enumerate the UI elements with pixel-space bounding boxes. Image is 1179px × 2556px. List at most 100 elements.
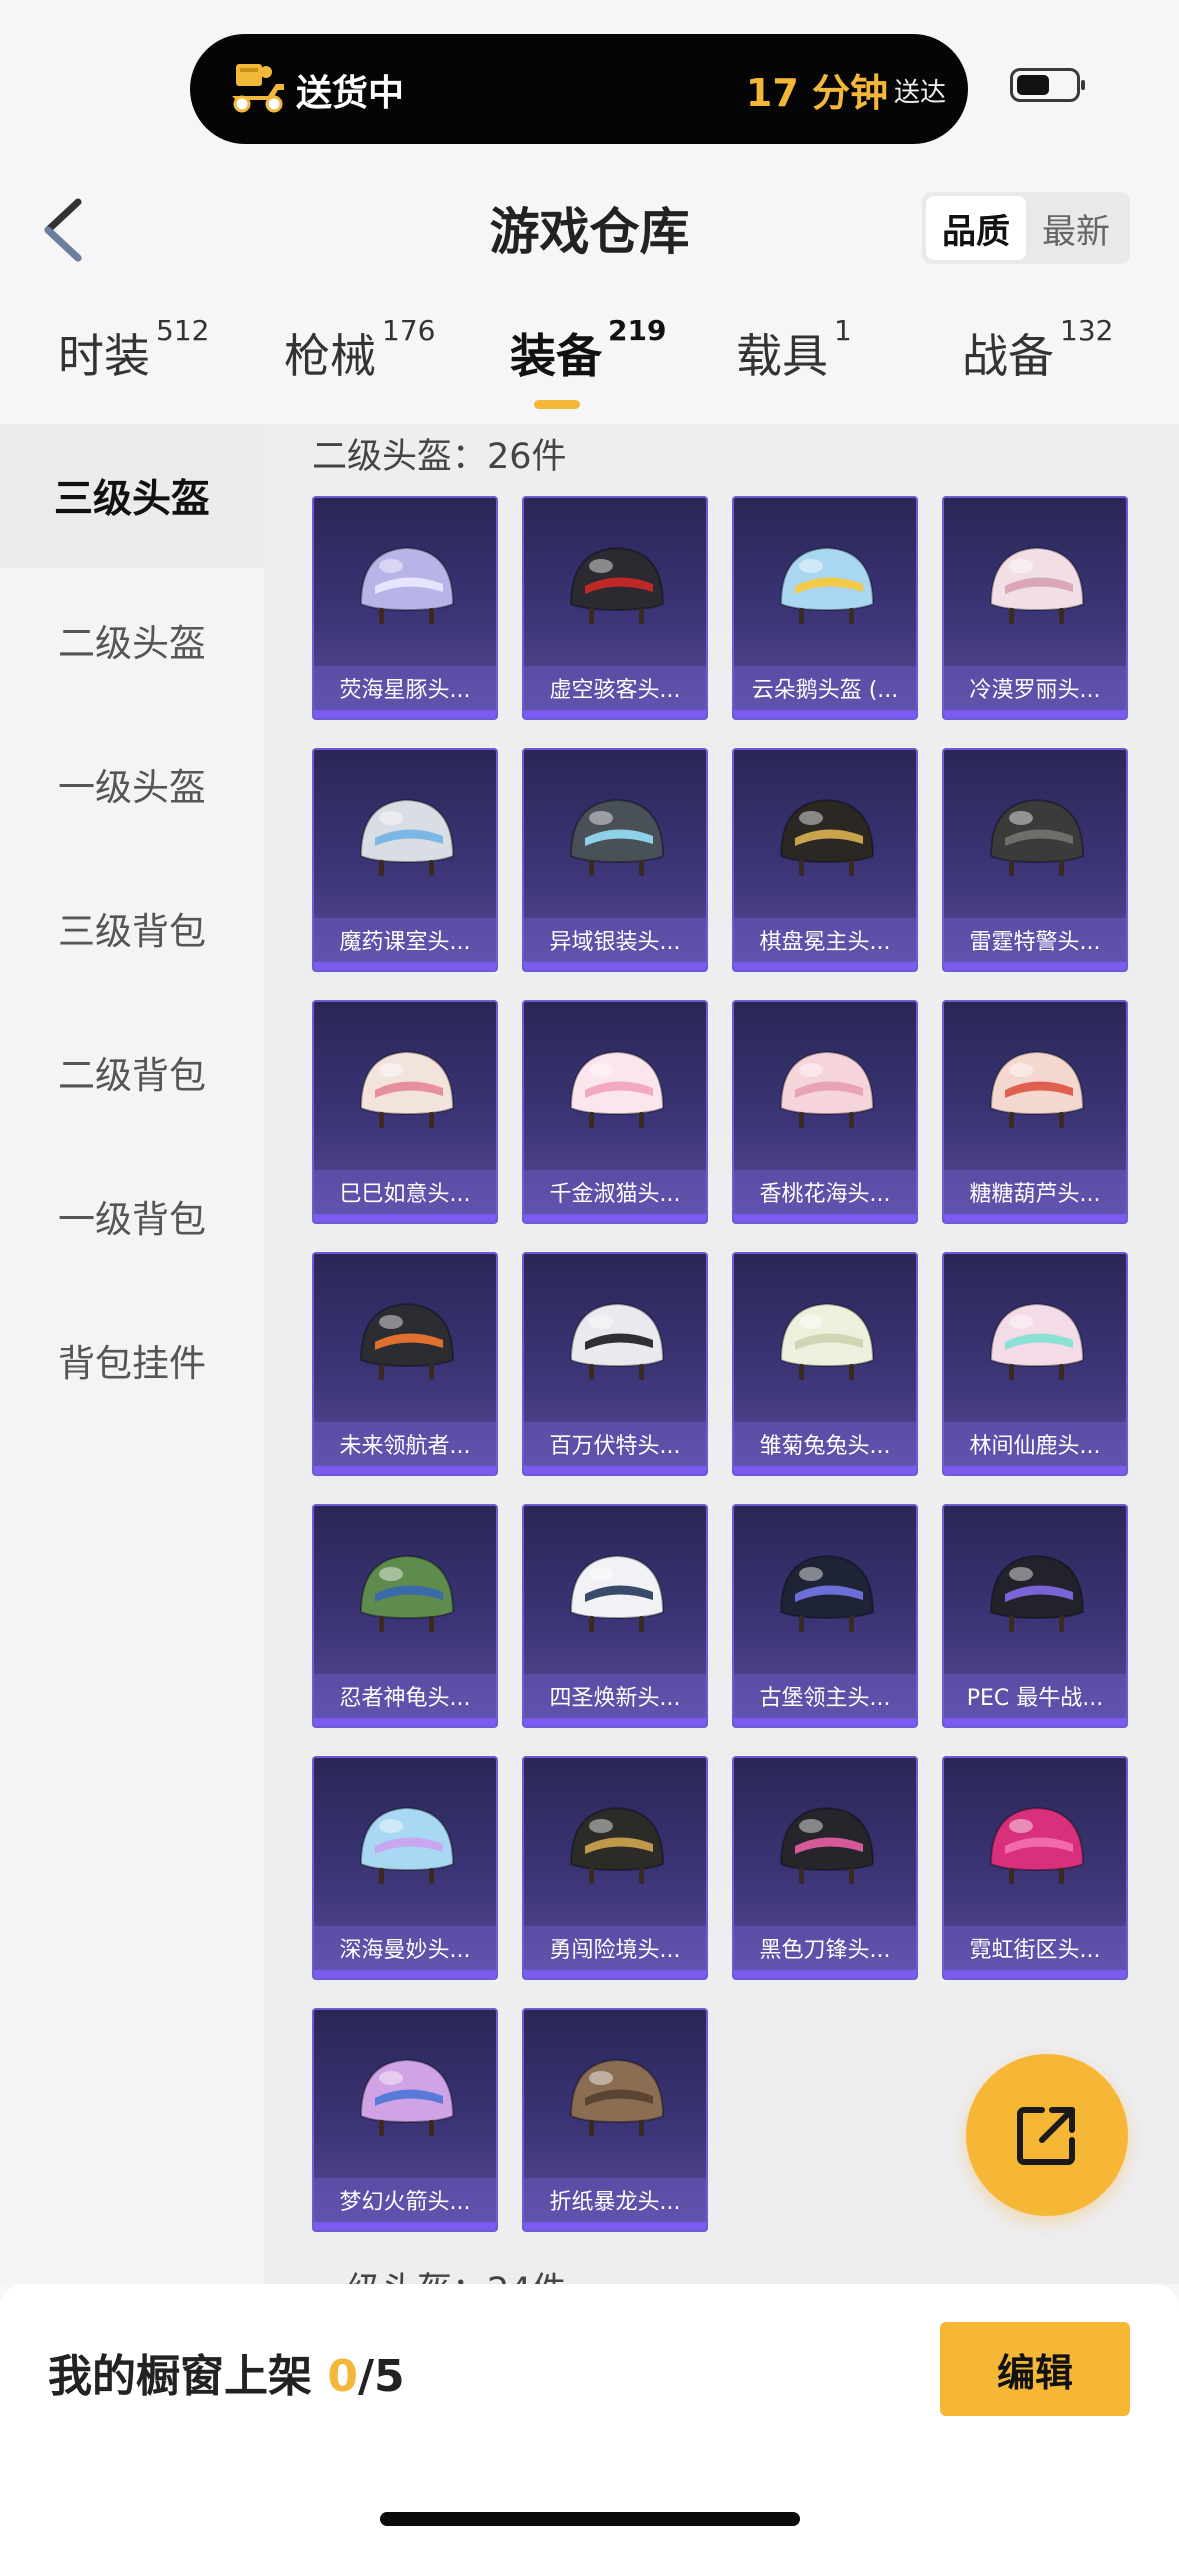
rarity-edge bbox=[734, 1466, 916, 1474]
item-name: 异域银装头... bbox=[524, 918, 706, 962]
tab-count: 176 bbox=[382, 314, 436, 347]
item-card[interactable]: 深海曼妙头... bbox=[312, 1756, 498, 1980]
helmet-icon bbox=[359, 798, 455, 876]
helmet-icon bbox=[569, 1302, 665, 1380]
showcase-label: 我的橱窗上架 0/5 bbox=[48, 2340, 405, 2404]
sidebar-item-level1-helmet[interactable]: 一级头盔 bbox=[0, 712, 264, 856]
sidebar-item-level2-backpack[interactable]: 二级背包 bbox=[0, 1000, 264, 1144]
item-card[interactable]: 荧海星豚头... bbox=[312, 496, 498, 720]
sidebar-item-level3-helmet[interactable]: 三级头盔 bbox=[0, 424, 264, 568]
item-card[interactable]: 四圣焕新头... bbox=[522, 1504, 708, 1728]
item-card[interactable]: 异域银装头... bbox=[522, 748, 708, 972]
item-name: 魔药课室头... bbox=[314, 918, 496, 962]
item-name: 折纸暴龙头... bbox=[524, 2178, 706, 2222]
sort-quality-option[interactable]: 品质 bbox=[926, 196, 1026, 260]
helmet-icon bbox=[989, 1302, 1085, 1380]
rarity-edge bbox=[944, 1214, 1126, 1222]
rarity-edge bbox=[524, 1970, 706, 1978]
tab-vehicles[interactable]: 载具 1 bbox=[736, 314, 852, 386]
item-name: 棋盘冕主头... bbox=[734, 918, 916, 962]
item-name: 四圣焕新头... bbox=[524, 1674, 706, 1718]
item-name: 深海曼妙头... bbox=[314, 1926, 496, 1970]
item-card[interactable]: 雏菊兔兔头... bbox=[732, 1252, 918, 1476]
sort-newest-option[interactable]: 最新 bbox=[1026, 196, 1126, 260]
item-card[interactable]: 千金淑猫头... bbox=[522, 1000, 708, 1224]
helmet-icon bbox=[779, 546, 875, 624]
sidebar-item-level2-helmet[interactable]: 二级头盔 bbox=[0, 568, 264, 712]
helmet-icon bbox=[359, 1554, 455, 1632]
showcase-current-count: 0 bbox=[327, 2351, 358, 2402]
item-card[interactable]: 糖糖葫芦头... bbox=[942, 1000, 1128, 1224]
home-indicator bbox=[380, 2512, 800, 2526]
tab-count: 1 bbox=[834, 314, 852, 347]
tab-count: 512 bbox=[156, 314, 210, 347]
item-card[interactable]: 魔药课室头... bbox=[312, 748, 498, 972]
section-title: 二级头盔：26件 bbox=[312, 437, 567, 477]
active-tab-indicator bbox=[534, 400, 580, 409]
helmet-icon bbox=[359, 1050, 455, 1128]
showcase-text: 我的橱窗上架 bbox=[48, 2351, 312, 2402]
sidebar-item-backpack-charm[interactable]: 背包挂件 bbox=[0, 1288, 264, 1432]
tab-supplies[interactable]: 战备 132 bbox=[962, 314, 1113, 386]
rarity-edge bbox=[314, 1718, 496, 1726]
delivery-status-pill[interactable]: 送货中 17 分钟 送达 bbox=[190, 34, 968, 144]
sidebar-item-level1-backpack[interactable]: 一级背包 bbox=[0, 1144, 264, 1288]
helmet-icon bbox=[779, 1554, 875, 1632]
eta-value: 17 分钟 bbox=[745, 71, 888, 115]
item-card[interactable]: PEC 最牛战... bbox=[942, 1504, 1128, 1728]
helmet-icon bbox=[569, 2058, 665, 2136]
item-card[interactable]: 勇闯险境头... bbox=[522, 1756, 708, 1980]
rarity-edge bbox=[314, 1466, 496, 1474]
item-name: 古堡领主头... bbox=[734, 1674, 916, 1718]
rarity-edge bbox=[944, 1718, 1126, 1726]
item-name: 糖糖葫芦头... bbox=[944, 1170, 1126, 1214]
item-card[interactable]: 百万伏特头... bbox=[522, 1252, 708, 1476]
item-card[interactable]: 未来领航者... bbox=[312, 1252, 498, 1476]
share-button[interactable] bbox=[966, 2054, 1128, 2216]
share-external-icon bbox=[1017, 2107, 1075, 2165]
item-card[interactable]: 雷霆特警头... bbox=[942, 748, 1128, 972]
helmet-icon bbox=[359, 546, 455, 624]
item-card[interactable]: 香桃花海头... bbox=[732, 1000, 918, 1224]
item-card[interactable]: 林间仙鹿头... bbox=[942, 1252, 1128, 1476]
rarity-edge bbox=[524, 1718, 706, 1726]
sort-toggle[interactable]: 品质 最新 bbox=[922, 192, 1130, 264]
tab-label: 载具 bbox=[736, 329, 828, 383]
item-name: 未来领航者... bbox=[314, 1422, 496, 1466]
item-card[interactable]: 云朵鹅头盔 (... bbox=[732, 496, 918, 720]
item-card[interactable]: 梦幻火箭头... bbox=[312, 2008, 498, 2232]
helmet-icon bbox=[779, 798, 875, 876]
helmet-icon bbox=[779, 1302, 875, 1380]
item-card[interactable]: 折纸暴龙头... bbox=[522, 2008, 708, 2232]
rarity-edge bbox=[524, 962, 706, 970]
sidebar-item-level3-backpack[interactable]: 三级背包 bbox=[0, 856, 264, 1000]
item-card[interactable]: 古堡领主头... bbox=[732, 1504, 918, 1728]
item-name: 忍者神龟头... bbox=[314, 1674, 496, 1718]
rarity-edge bbox=[734, 1970, 916, 1978]
section-title: 一级头盔：24件 bbox=[312, 2262, 567, 2284]
tab-equipment[interactable]: 装备 219 bbox=[510, 314, 666, 386]
item-grid-area[interactable]: 二级头盔：26件 荧海星豚头... 虚空骇客头... 云朵鹅头盔 (... 冷漠罗丽头… bbox=[264, 424, 1179, 2284]
helmet-icon bbox=[989, 1050, 1085, 1128]
item-name: 勇闯险境头... bbox=[524, 1926, 706, 1970]
helmet-icon bbox=[989, 798, 1085, 876]
item-card[interactable]: 忍者神龟头... bbox=[312, 1504, 498, 1728]
edit-button[interactable]: 编辑 bbox=[940, 2322, 1130, 2416]
item-card[interactable]: 黑色刀锋头... bbox=[732, 1756, 918, 1980]
rarity-edge bbox=[314, 1214, 496, 1222]
item-name: 荧海星豚头... bbox=[314, 666, 496, 710]
item-name: 梦幻火箭头... bbox=[314, 2178, 496, 2222]
item-card[interactable]: 冷漠罗丽头... bbox=[942, 496, 1128, 720]
item-card[interactable]: 巳巳如意头... bbox=[312, 1000, 498, 1224]
item-card[interactable]: 霓虹街区头... bbox=[942, 1756, 1128, 1980]
item-name: 雏菊兔兔头... bbox=[734, 1422, 916, 1466]
item-card[interactable]: 虚空骇客头... bbox=[522, 496, 708, 720]
helmet-icon bbox=[989, 1806, 1085, 1884]
item-card[interactable]: 棋盘冕主头... bbox=[732, 748, 918, 972]
item-name: 霓虹街区头... bbox=[944, 1926, 1126, 1970]
item-name: 云朵鹅头盔 (... bbox=[734, 666, 916, 710]
tab-firearms[interactable]: 枪械 176 bbox=[284, 314, 435, 386]
rarity-edge bbox=[524, 710, 706, 718]
tab-fashion[interactable]: 时装 512 bbox=[58, 314, 209, 386]
item-name: 香桃花海头... bbox=[734, 1170, 916, 1214]
